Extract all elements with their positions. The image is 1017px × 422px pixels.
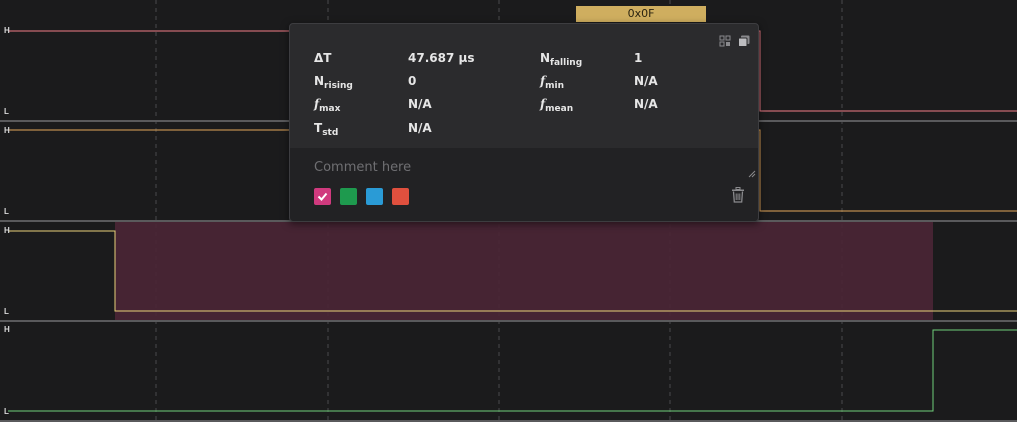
delta-t-value: 47.687 μs xyxy=(408,51,475,65)
trash-icon[interactable] xyxy=(731,187,745,203)
f-max-value: N/A xyxy=(408,97,432,111)
copy-icon[interactable] xyxy=(738,35,750,47)
channel-3-high-label: H xyxy=(4,325,10,334)
check-icon xyxy=(317,192,328,201)
selection-highlight[interactable] xyxy=(115,221,933,320)
delta-t-label: ΔT xyxy=(314,51,332,65)
channel-0-high-label: H xyxy=(4,26,10,35)
n-rising-label: Nrising xyxy=(314,74,353,91)
n-falling-value: 1 xyxy=(634,51,643,65)
color-swatch-pink[interactable] xyxy=(314,188,331,205)
measurement-stats: ΔT 47.687 μs Nfalling 1 Nrising 0 fmin N… xyxy=(290,24,758,148)
channel-0-low-label: L xyxy=(4,107,9,116)
comment-input[interactable] xyxy=(314,158,734,176)
channel-1-low-label: L xyxy=(4,207,9,216)
t-std-value: N/A xyxy=(408,121,432,135)
channel-3-trace xyxy=(8,329,1017,412)
channel-2-high-label: H xyxy=(4,226,10,235)
comment-section xyxy=(290,148,758,221)
f-mean-label: fmean xyxy=(540,97,574,114)
protocol-decode-badge[interactable]: 0x0F xyxy=(576,6,706,22)
n-falling-label: Nfalling xyxy=(540,51,583,68)
channel-3-low-label: L xyxy=(4,407,9,416)
f-min-label: fmin xyxy=(540,74,565,91)
f-min-value: N/A xyxy=(634,74,658,88)
measurement-popup: ΔT 47.687 μs Nfalling 1 Nrising 0 fmin N… xyxy=(289,23,759,222)
f-max-label: fmax xyxy=(314,97,341,114)
color-swatch-green[interactable] xyxy=(340,188,357,205)
resize-grip-icon[interactable] xyxy=(748,170,756,178)
color-swatch-blue[interactable] xyxy=(366,188,383,205)
t-std-label: Tstd xyxy=(314,121,339,138)
f-mean-value: N/A xyxy=(634,97,658,111)
n-rising-value: 0 xyxy=(408,74,417,88)
channel-2-low-label: L xyxy=(4,307,9,316)
expand-icon[interactable] xyxy=(719,35,731,47)
channel-1-high-label: H xyxy=(4,126,10,135)
color-swatch-red[interactable] xyxy=(392,188,409,205)
